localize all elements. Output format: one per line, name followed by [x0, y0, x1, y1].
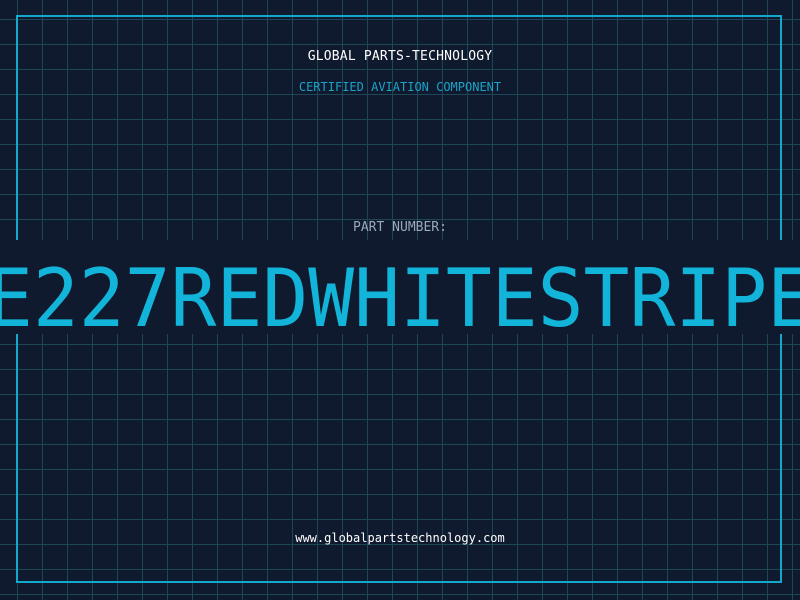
certification-subtitle: CERTIFIED AVIATION COMPONENT [298, 80, 502, 94]
certificate-canvas: GLOBAL PARTS-TECHNOLOGY CERTIFIED AVIATI… [0, 0, 800, 600]
part-number-value: E227REDWHITESTRIPE [0, 259, 800, 329]
part-number-label: PART NUMBER: [353, 220, 447, 235]
company-title: GLOBAL PARTS-TECHNOLOGY [307, 49, 493, 64]
website-url[interactable]: www.globalpartstechnology.com [0, 531, 800, 545]
svg-text:E227REDWHITESTRIPE: E227REDWHITESTRIPE [0, 259, 800, 329]
